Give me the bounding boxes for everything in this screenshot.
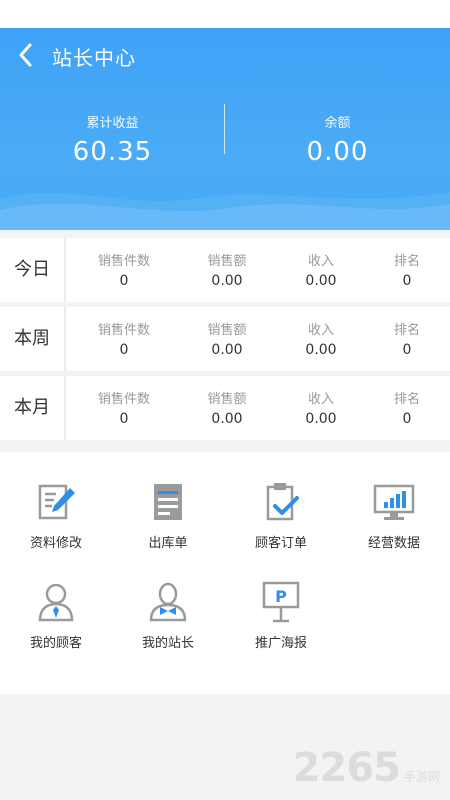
stat-value: 0 [402,411,412,427]
stat-value: 0 [119,342,129,358]
stat-head: 排名 [393,254,420,269]
period-row-week: 本周 销售件数 0 销售额 0.00 收入 0.00 排名 0 [0,307,450,371]
action-label: 推广海报 [254,636,307,651]
back-button[interactable] [12,40,42,70]
stat-head: 收入 [307,254,334,269]
action-label: 出库单 [148,536,188,551]
period-label: 本周 [0,307,66,371]
balance-stat: 余额 0.00 [225,112,450,167]
svg-text:P: P [275,587,287,606]
stat-value: 0 [119,411,129,427]
stat-value: 0 [402,342,412,358]
balance-label: 余额 [324,116,351,131]
back-arrow-icon [19,43,32,67]
stat-cell: 排名 0 [362,319,450,358]
manager-person-icon [149,582,187,622]
stat-head: 销售额 [207,323,247,338]
stat-cell: 销售额 0.00 [182,388,272,427]
status-bar-area [0,0,450,28]
my-customers-button[interactable]: 我的顾客 [0,580,112,670]
stat-cell: 销售件数 0 [79,388,169,427]
stat-head: 收入 [307,323,334,338]
poster-p-icon: P [262,581,300,623]
stat-cell: 排名 0 [362,388,450,427]
balance-value: 0.00 [306,137,369,167]
customer-person-icon [38,583,74,622]
stat-cell: 销售额 0.00 [182,250,272,289]
action-label: 我的站长 [141,636,194,651]
top-bar: 站长中心 [0,28,450,84]
outbound-order-button[interactable]: 出库单 [112,480,224,570]
watermark-site: 手游网 [403,770,440,784]
stat-head: 销售额 [207,254,247,269]
action-label: 我的顾客 [29,636,82,651]
period-label: 今日 [0,238,66,302]
profile-edit-button[interactable]: 资料修改 [0,480,112,570]
my-manager-button[interactable]: 我的站长 [112,580,224,670]
period-label: 本月 [0,376,66,440]
business-data-button[interactable]: 经营数据 [338,480,450,570]
clipboard-check-icon [266,483,299,521]
stat-cell: 销售件数 0 [79,319,169,358]
stat-head: 收入 [307,392,334,407]
action-label: 资料修改 [29,536,82,551]
bar-chart-monitor-icon [373,484,415,520]
stat-cell: 排名 0 [362,250,450,289]
stat-head: 销售件数 [97,254,150,269]
stat-head: 排名 [393,392,420,407]
promo-poster-button[interactable]: P 推广海报 [225,580,337,670]
stat-value: 0.00 [305,342,337,358]
stat-head: 销售件数 [97,323,150,338]
period-row-today: 今日 销售件数 0 销售额 0.00 收入 0.00 排名 0 [0,238,450,302]
stat-value: 0.00 [211,342,243,358]
stat-value: 0.00 [305,273,337,289]
stat-value: 0.00 [211,411,243,427]
outbound-list-icon [154,484,182,520]
stat-head: 排名 [393,323,420,338]
stat-cell: 销售额 0.00 [182,319,272,358]
stat-value: 0.00 [305,411,337,427]
customer-orders-button[interactable]: 顾客订单 [225,480,337,570]
stat-head: 销售额 [207,392,247,407]
stat-cell: 收入 0.00 [276,319,366,358]
stat-head: 销售件数 [97,392,150,407]
stat-value: 0 [119,273,129,289]
watermark-number: 2265 [292,745,401,791]
action-grid: 资料修改 出库单 顾客订单 经营数据 我的顾客 我的站长 P 推广海报 [0,452,450,694]
action-label: 顾客订单 [254,536,307,551]
stat-cell: 收入 0.00 [276,250,366,289]
stat-value: 0 [402,273,412,289]
watermark: 2265 手游网 [293,746,440,790]
edit-document-icon [38,484,75,520]
page-title: 站长中心 [52,46,136,70]
total-income-value: 60.35 [72,137,153,167]
header-panel: 站长中心 累计收益 60.35 余额 0.00 [0,28,450,230]
period-row-month: 本月 销售件数 0 销售额 0.00 收入 0.00 排名 0 [0,376,450,440]
stat-cell: 销售件数 0 [79,250,169,289]
total-income-label: 累计收益 [86,116,139,131]
stat-value: 0.00 [211,273,243,289]
action-label: 经营数据 [367,536,420,551]
total-income-stat: 累计收益 60.35 [0,112,225,167]
stat-cell: 收入 0.00 [276,388,366,427]
wave-decoration [0,192,450,230]
